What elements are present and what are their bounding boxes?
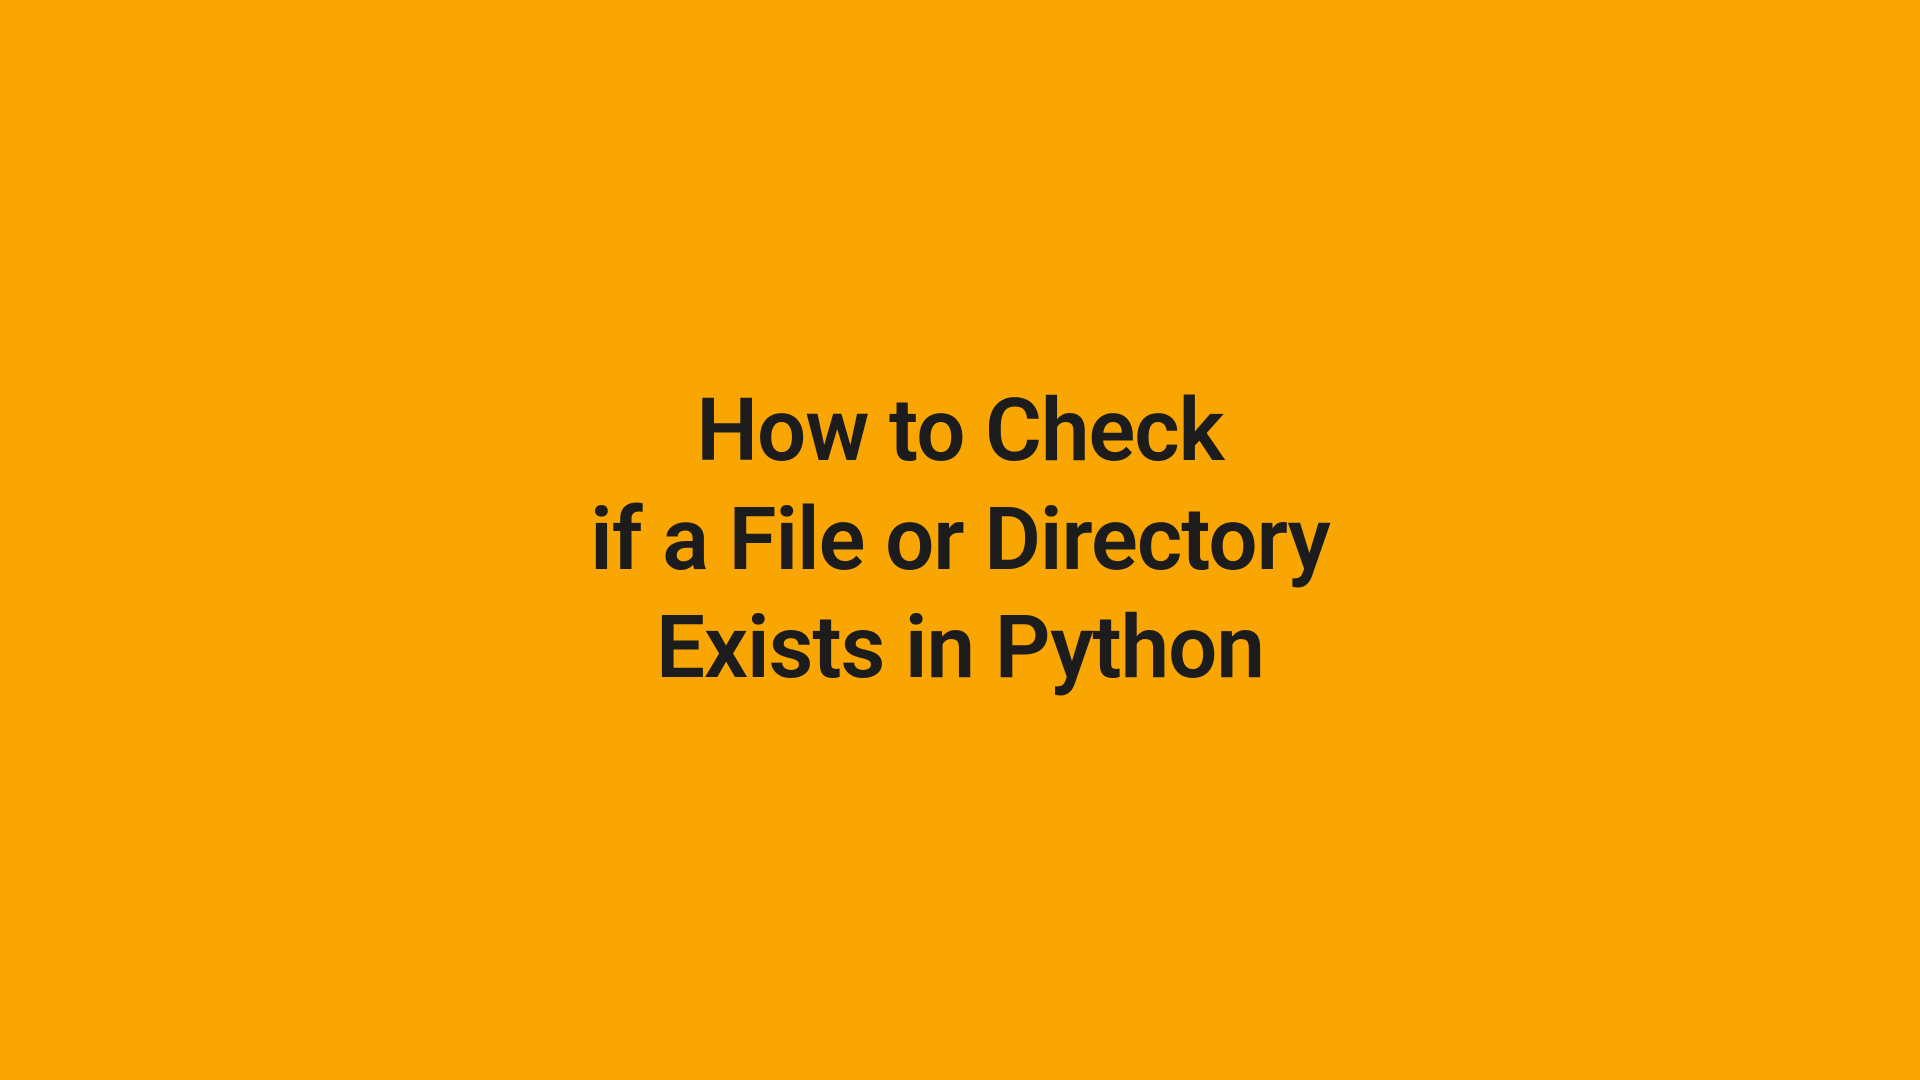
title-line-3: Exists in Python xyxy=(590,594,1330,703)
title-line-1: How to Check xyxy=(590,377,1330,486)
title-container: How to Check if a File or Directory Exis… xyxy=(590,377,1330,703)
title-line-2: if a File or Directory xyxy=(590,486,1330,595)
